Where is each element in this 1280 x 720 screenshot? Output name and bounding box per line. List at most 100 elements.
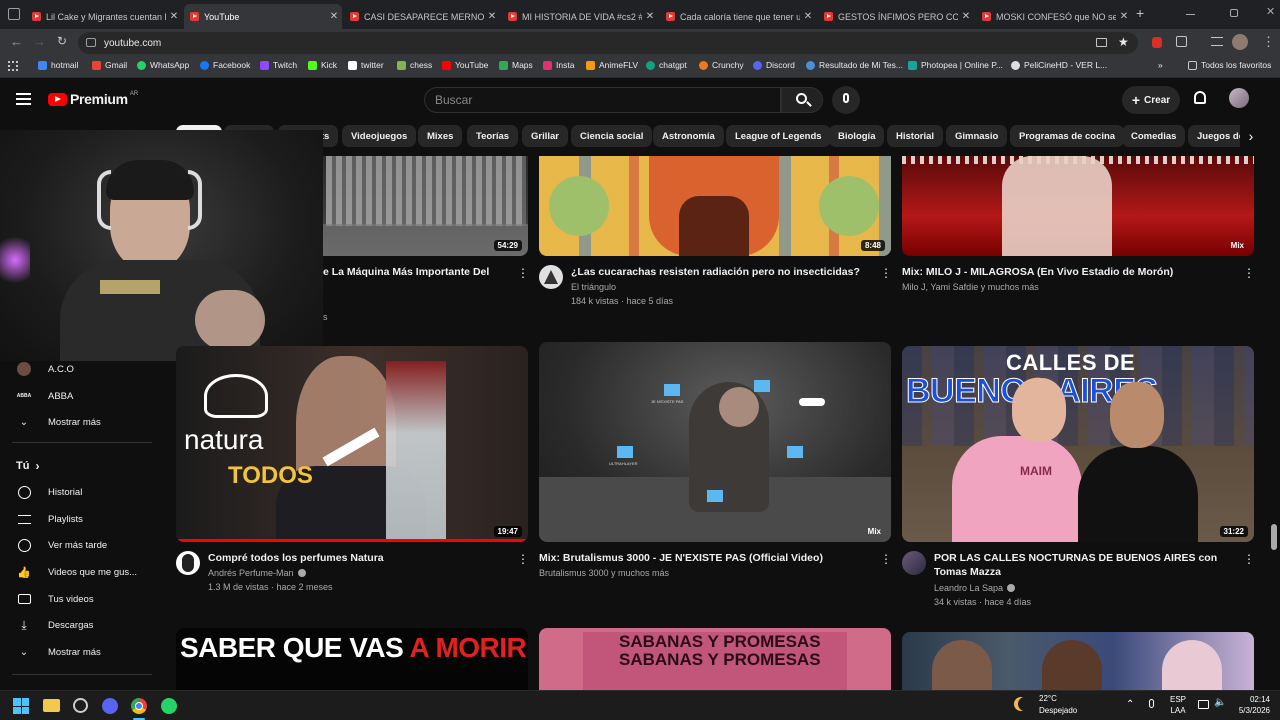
sidebar-item-playlists[interactable]: Playlists xyxy=(16,510,83,528)
bookmark-twitch[interactable]: Twitch xyxy=(260,60,297,70)
sidebar-item-descargas[interactable]: ⤓ Descargas xyxy=(16,616,93,634)
video-menu-icon[interactable]: ⋮ xyxy=(517,266,529,280)
browser-tab-active[interactable]: YouTube ✕ xyxy=(184,4,342,29)
video-menu-icon[interactable]: ⋮ xyxy=(1243,266,1255,280)
youtube-logo[interactable]: Premium AR xyxy=(48,91,138,107)
discord-taskbar-icon[interactable] xyxy=(102,698,118,714)
browser-tab[interactable]: MI HISTORIA DE VIDA #cs2 #c ✕ xyxy=(502,4,658,29)
bookmark-star-icon[interactable]: ★ xyxy=(1118,35,1129,49)
extensions-puzzle-icon[interactable] xyxy=(1176,36,1187,47)
sidebar-item-historial[interactable]: Historial xyxy=(16,483,82,501)
video-menu-icon[interactable]: ⋮ xyxy=(880,266,892,280)
clock[interactable]: 02:14 5/3/2026 xyxy=(1232,694,1270,716)
apps-grid-icon[interactable] xyxy=(8,61,18,71)
mix-channels[interactable]: Milo J, Yami Safdie y muchos más xyxy=(902,280,1039,294)
browser-menu-icon[interactable]: ⋮ xyxy=(1262,34,1275,50)
chip-gimnasio[interactable]: Gimnasio xyxy=(946,125,1008,147)
video-title[interactable]: Mix: Brutalismus 3000 - JE N'EXISTE PAS … xyxy=(539,551,869,565)
close-tab-icon[interactable]: ✕ xyxy=(326,11,342,22)
extension-red-icon[interactable] xyxy=(1152,37,1162,48)
channel-name[interactable]: Leandro La Sapa xyxy=(934,581,1016,595)
hamburger-menu-icon[interactable] xyxy=(16,93,31,105)
show-more-subscriptions[interactable]: ⌄ Mostrar más xyxy=(16,413,101,431)
bookmarks-overflow-button[interactable]: » xyxy=(1158,60,1163,70)
browser-tab[interactable]: MOSKI CONFESÓ que NO se A ✕ xyxy=(976,4,1132,29)
bookmark-facebook[interactable]: Facebook xyxy=(200,60,250,70)
address-bar[interactable]: youtube.com ★ xyxy=(78,32,1138,54)
chip-videojuegos[interactable]: Videojuegos xyxy=(342,125,417,147)
reading-list-icon[interactable] xyxy=(1211,37,1223,46)
you-section-heading[interactable]: Tú › xyxy=(16,457,39,475)
bookmark-insta[interactable]: Insta xyxy=(543,60,574,70)
show-more-you[interactable]: ⌄ Mostrar más xyxy=(16,643,101,661)
bookmark-whatsapp[interactable]: WhatsApp xyxy=(137,60,189,70)
account-avatar[interactable] xyxy=(1229,88,1249,108)
chip-grillar[interactable]: Grillar xyxy=(522,125,568,147)
chips-next-arrow-icon[interactable]: › xyxy=(1240,125,1262,147)
tray-overflow-icon[interactable]: ⌃ xyxy=(1126,699,1134,710)
bookmark-chess[interactable]: chess xyxy=(397,60,432,70)
bookmark-test[interactable]: Resultado de Mi Tes... xyxy=(806,60,903,70)
chip-comedias[interactable]: Comedias xyxy=(1122,125,1186,147)
bookmark-kick[interactable]: Kick xyxy=(308,60,337,70)
bookmark-chatgpt[interactable]: chatgpt xyxy=(646,60,687,70)
video-menu-icon[interactable]: ⋮ xyxy=(880,552,892,566)
bookmark-gmail[interactable]: Gmail xyxy=(92,60,127,70)
weather-temp[interactable]: 22°C xyxy=(1039,694,1057,703)
video-thumbnail-cockroach[interactable]: 8:48 xyxy=(539,156,891,256)
chip-astronomia[interactable]: Astronomía xyxy=(653,125,724,147)
video-thumbnail-streamers[interactable] xyxy=(902,632,1254,690)
chip-juegos[interactable]: Juegos de xyxy=(1188,125,1248,147)
video-title[interactable]: Mix: MILO J - MILAGROSA (En Vivo Estadio… xyxy=(902,265,1222,279)
video-title[interactable]: ¿Las cucarachas resisten radiación pero … xyxy=(571,265,871,279)
video-thumbnail-milagrosa[interactable]: Mix xyxy=(902,156,1254,256)
video-title[interactable]: Compré todos los perfumes Natura xyxy=(208,551,508,565)
video-thumbnail-brutalismus[interactable]: JE N'EXISTE PAS ULTRAHLAYER Mix xyxy=(539,342,891,542)
language-indicator[interactable]: ESP LAA xyxy=(1170,694,1186,716)
mix-channels[interactable]: Brutalismus 3000 y muchos más xyxy=(539,566,669,580)
video-menu-icon[interactable]: ⋮ xyxy=(517,552,529,566)
chip-teorias[interactable]: Teorías xyxy=(467,125,519,147)
chip-biologia[interactable]: Biología xyxy=(829,125,885,147)
video-thumbnail-sabanas[interactable]: SABANAS Y PROMESAS SABANAS Y PROMESAS xyxy=(539,628,891,690)
whatsapp-taskbar-icon[interactable] xyxy=(161,698,177,714)
network-icon[interactable] xyxy=(1198,700,1209,709)
bookmark-animeflv[interactable]: AnimeFLV xyxy=(586,60,638,70)
search-button[interactable] xyxy=(781,87,823,113)
bookmark-youtube[interactable]: YouTube xyxy=(442,60,488,70)
close-tab-icon[interactable]: ✕ xyxy=(800,11,816,22)
video-thumbnail-buenos-aires[interactable]: CALLES DE BUENOS AIRES MAIM 31:22 xyxy=(902,346,1254,542)
search-input[interactable]: Buscar xyxy=(424,87,781,113)
bookmark-pelicine[interactable]: PeliCineHD - VER L... xyxy=(1011,60,1107,70)
chip-ciencia-social[interactable]: Ciencia social xyxy=(571,125,653,147)
chip-historial[interactable]: Historial xyxy=(887,125,944,147)
file-explorer-icon[interactable] xyxy=(43,699,60,712)
reload-icon[interactable]: ↻ xyxy=(57,34,67,48)
volume-icon[interactable]: 🔈 xyxy=(1214,697,1226,708)
forward-icon[interactable]: → xyxy=(33,34,46,49)
close-tab-icon[interactable]: ✕ xyxy=(642,11,658,22)
obs-icon[interactable] xyxy=(73,698,88,713)
all-bookmarks-folder[interactable]: Todos los favoritos xyxy=(1188,60,1271,70)
restore-window-button[interactable] xyxy=(1230,9,1238,17)
chrome-taskbar-icon[interactable] xyxy=(131,698,147,714)
browser-tab[interactable]: CASI DESAPARECE MERNOSKE ✕ xyxy=(344,4,500,29)
bookmark-twitter[interactable]: twitter xyxy=(348,60,384,70)
browser-tab[interactable]: GESTOS ÍNFIMOS PERO CON A ✕ xyxy=(818,4,974,29)
video-menu-icon[interactable]: ⋮ xyxy=(1243,552,1255,566)
browser-tab[interactable]: Cada caloría tiene que tener un ✕ xyxy=(660,4,816,29)
minimize-window-button[interactable] xyxy=(1186,14,1195,15)
page-scrollbar-thumb[interactable] xyxy=(1271,524,1277,550)
chip-mixes[interactable]: Mixes xyxy=(418,125,463,147)
bookmark-discord[interactable]: Discord xyxy=(753,60,795,70)
channel-avatar-andres[interactable] xyxy=(176,551,200,575)
sidebar-item-tus-videos[interactable]: Tus videos xyxy=(16,590,94,608)
video-title[interactable]: e La Máquina Más Importante Del xyxy=(323,265,508,279)
sidebar-item-ver-mas-tarde[interactable]: Ver más tarde xyxy=(16,536,107,554)
video-thumbnail-saber-que-vas[interactable]: SABER QUE VAS A MORIR xyxy=(176,628,528,690)
channel-name[interactable]: Andrés Perfume-Man xyxy=(208,566,306,580)
subscription-aco[interactable]: A.C.O xyxy=(16,360,74,378)
channel-avatar-leandro[interactable] xyxy=(902,551,926,575)
chip-programas-de-cocina[interactable]: Programas de cocina xyxy=(1010,125,1125,147)
bookmark-photopea[interactable]: Photopea | Online P... xyxy=(908,60,1003,70)
